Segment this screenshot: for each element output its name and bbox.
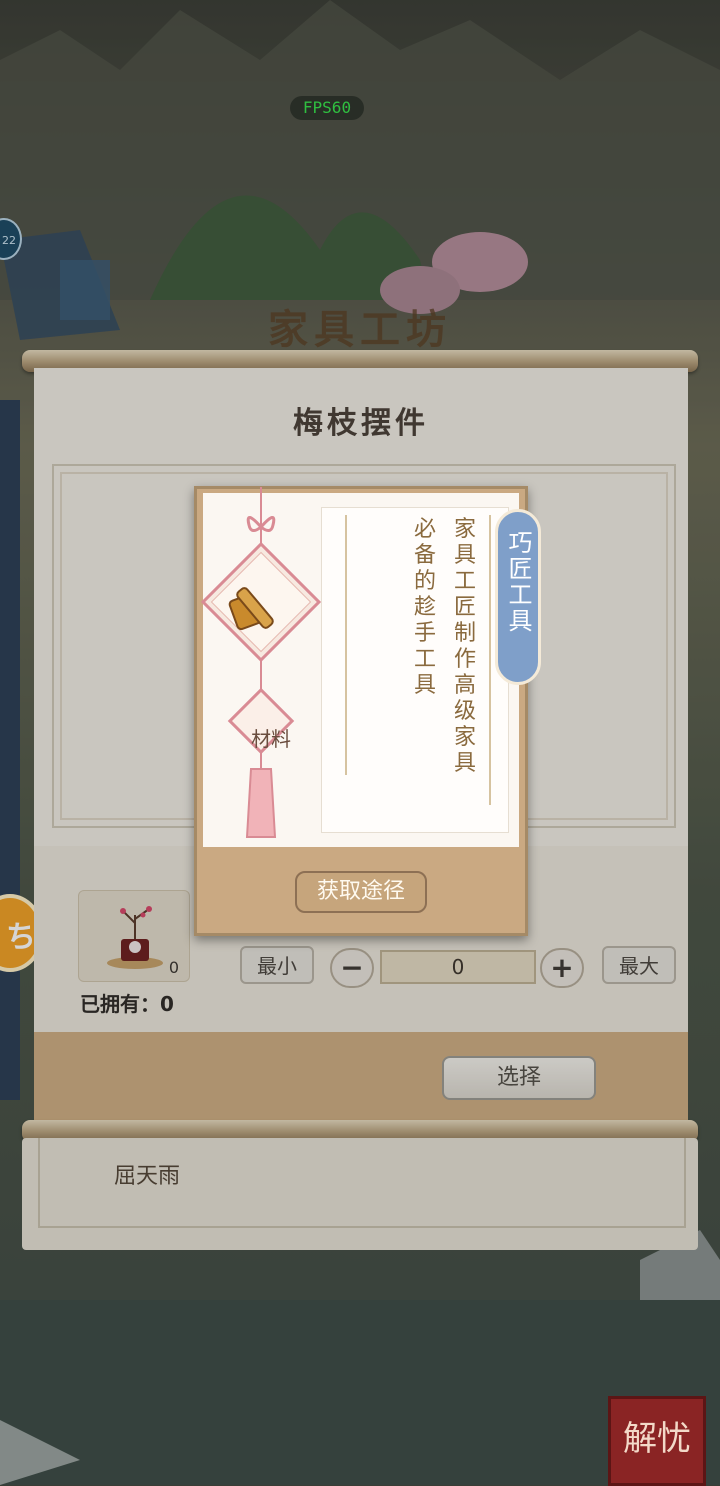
tool-pendant-icon [200,487,322,838]
description-line-2: 必备的趁手工具 [413,517,436,698]
type-label: 材料 [251,727,291,751]
description-line-1: 家具工匠制作高级家具 [453,517,476,776]
desc-divider-right [489,515,491,805]
acquire-source-button[interactable]: 获取途径 [295,871,427,913]
category-tag-text: 巧匠工具 [504,530,532,634]
desc-divider [345,515,347,775]
corner-seal-button[interactable]: 解忧 [608,1396,706,1486]
item-info-popup: 家具工匠制作高级家具 必备的趁手工具 材料 巧匠工具 获取途径 [194,486,541,936]
popup-content: 家具工匠制作高级家具 必备的趁手工具 材料 [200,487,519,847]
category-tag: 巧匠工具 [495,509,541,685]
